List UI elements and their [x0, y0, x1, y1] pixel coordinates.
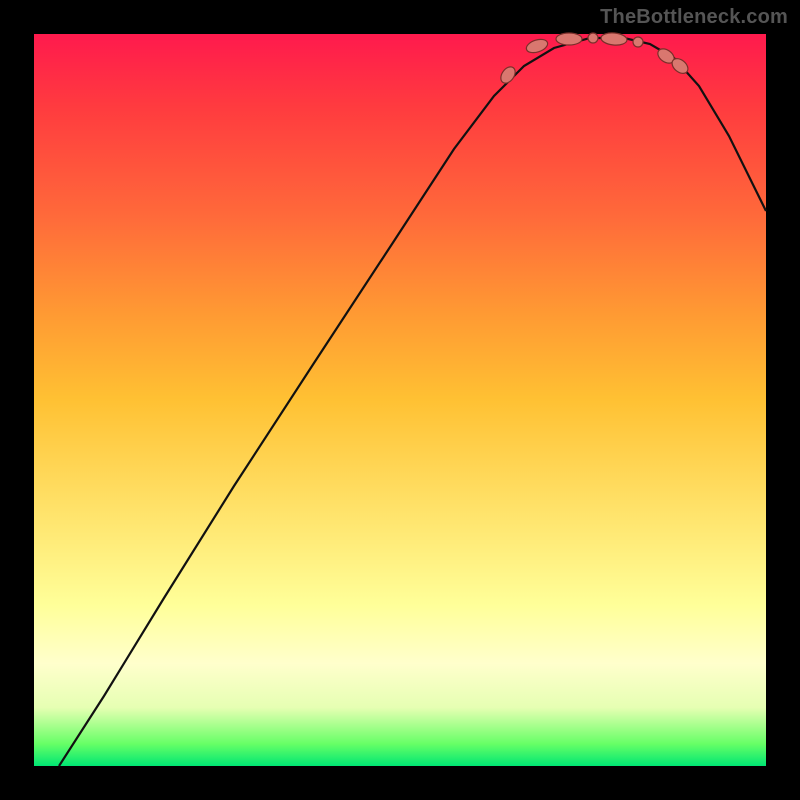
- chart-svg: [34, 34, 766, 766]
- marker-group: [498, 32, 691, 86]
- data-marker: [633, 37, 643, 47]
- bottleneck-curve: [59, 38, 766, 766]
- chart-frame: TheBottleneck.com: [0, 0, 800, 800]
- watermark-text: TheBottleneck.com: [600, 6, 788, 29]
- plot-area: [34, 34, 766, 766]
- data-marker: [556, 33, 582, 45]
- data-marker: [588, 33, 598, 43]
- data-marker: [601, 32, 628, 46]
- data-marker: [498, 64, 518, 86]
